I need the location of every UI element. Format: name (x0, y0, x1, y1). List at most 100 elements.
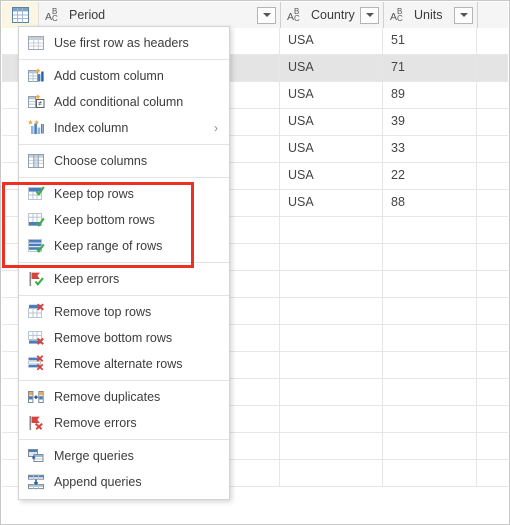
cell-filler (477, 244, 508, 270)
remove-errors-icon (27, 414, 45, 432)
merge-queries-icon (27, 447, 45, 465)
menu-separator (19, 177, 229, 178)
menu-item-label: Keep bottom rows (54, 213, 155, 227)
append-queries-icon (27, 473, 45, 491)
menu-item-choose-columns[interactable]: Choose columns (19, 148, 229, 174)
keep-errors-icon (27, 270, 45, 288)
menu-item-label: Remove bottom rows (54, 331, 173, 345)
menu-separator (19, 380, 229, 381)
select-all-table-icon[interactable] (2, 2, 39, 28)
chevron-right-icon: › (214, 121, 218, 135)
menu-item-label: Keep errors (54, 272, 120, 286)
cell-units: 22 (383, 163, 477, 189)
cell-country (280, 406, 383, 432)
cell-country: USA (280, 82, 383, 108)
cell-filler (477, 217, 508, 243)
menu-separator (19, 295, 229, 296)
remove-duplicates-icon (27, 388, 45, 406)
cell-units (383, 460, 477, 486)
cell-units: 51 (383, 28, 477, 54)
table-header-icon (27, 34, 45, 52)
column-header-country[interactable]: ABC Country (281, 2, 384, 28)
keep-range-of-rows-icon (27, 237, 45, 255)
menu-item-remove-errors[interactable]: Remove errors (19, 410, 229, 436)
column-header-label: Country (311, 8, 355, 22)
filter-dropdown-icon-units[interactable] (454, 6, 473, 24)
cell-country: USA (280, 28, 383, 54)
cell-filler (477, 271, 508, 297)
cell-filler (477, 406, 508, 432)
menu-item-keep-bottom-rows[interactable]: Keep bottom rows (19, 207, 229, 233)
cell-filler (477, 325, 508, 351)
cell-country: USA (280, 190, 383, 216)
cell-filler (477, 460, 508, 486)
abc-text-type-icon: ABC (390, 7, 403, 23)
svg-text:≠: ≠ (38, 101, 42, 108)
menu-item-table-header[interactable]: Use first row as headers (19, 30, 229, 56)
menu-item-keep-top-rows[interactable]: Keep top rows (19, 181, 229, 207)
cell-country: USA (280, 136, 383, 162)
menu-item-label: Remove duplicates (54, 390, 161, 404)
column-header-units[interactable]: ABC Units (384, 2, 478, 28)
cell-country (280, 352, 383, 378)
cell-country (280, 217, 383, 243)
cell-units (383, 325, 477, 351)
menu-item-label: Index column (54, 121, 129, 135)
cell-country (280, 379, 383, 405)
index-column-icon (27, 119, 45, 137)
menu-item-label: Merge queries (54, 449, 134, 463)
menu-separator (19, 144, 229, 145)
menu-item-append-queries[interactable]: Append queries (19, 469, 229, 495)
remove-alternate-rows-icon (27, 355, 45, 373)
keep-top-rows-icon (27, 185, 45, 203)
cell-units: 39 (383, 109, 477, 135)
cell-country (280, 298, 383, 324)
column-header-period[interactable]: ABC Period (39, 2, 281, 28)
menu-separator (19, 439, 229, 440)
menu-item-add-conditional-column[interactable]: ≠ Add conditional column (19, 89, 229, 115)
menu-item-remove-alternate-rows[interactable]: Remove alternate rows (19, 351, 229, 377)
cell-country: USA (280, 55, 383, 81)
choose-columns-icon (27, 152, 45, 170)
menu-item-label: Keep top rows (54, 187, 134, 201)
cell-filler (477, 433, 508, 459)
keep-bottom-rows-icon (27, 211, 45, 229)
cell-units (383, 379, 477, 405)
menu-item-label: Use first row as headers (54, 36, 189, 50)
cell-filler (477, 298, 508, 324)
transform-context-menu[interactable]: Use first row as headers Add custom colum… (18, 26, 230, 500)
menu-item-keep-errors[interactable]: Keep errors (19, 266, 229, 292)
cell-units (383, 217, 477, 243)
menu-item-merge-queries[interactable]: Merge queries (19, 443, 229, 469)
menu-item-label: Keep range of rows (54, 239, 163, 253)
menu-item-remove-bottom-rows[interactable]: Remove bottom rows (19, 325, 229, 351)
cell-country (280, 460, 383, 486)
cell-units (383, 433, 477, 459)
remove-top-rows-icon (27, 303, 45, 321)
cell-filler (477, 352, 508, 378)
header-filler (478, 2, 508, 28)
menu-item-label: Append queries (54, 475, 142, 489)
menu-item-label: Add conditional column (54, 95, 184, 109)
abc-text-type-icon: ABC (45, 7, 58, 23)
menu-item-label: Remove top rows (54, 305, 152, 319)
cell-units (383, 406, 477, 432)
menu-item-add-custom-column[interactable]: Add custom column (19, 63, 229, 89)
cell-country (280, 325, 383, 351)
menu-item-label: Remove alternate rows (54, 357, 183, 371)
menu-item-remove-top-rows[interactable]: Remove top rows (19, 299, 229, 325)
cell-country: USA (280, 163, 383, 189)
filter-dropdown-icon-country[interactable] (360, 6, 379, 24)
cell-units: 89 (383, 82, 477, 108)
cell-country: USA (280, 109, 383, 135)
remove-bottom-rows-icon (27, 329, 45, 347)
cell-filler (477, 109, 508, 135)
menu-item-keep-range-of-rows[interactable]: Keep range of rows (19, 233, 229, 259)
menu-item-remove-duplicates[interactable]: Remove duplicates (19, 384, 229, 410)
menu-item-index-column[interactable]: Index column › (19, 115, 229, 141)
power-query-editor-window: ABC Period ABC Country ABC Units USA 51 … (0, 0, 510, 525)
grid-header-row: ABC Period ABC Country ABC Units (2, 2, 508, 29)
filter-dropdown-icon-period[interactable] (257, 6, 276, 24)
cell-filler (477, 28, 508, 54)
cell-filler (477, 82, 508, 108)
